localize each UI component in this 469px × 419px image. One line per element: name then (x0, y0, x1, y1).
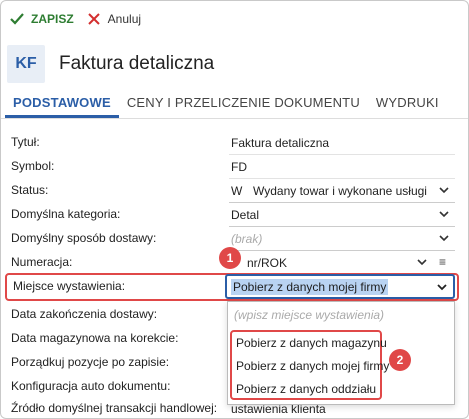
konfiguracja-label: Konfiguracja auto dokumentu: (11, 379, 171, 393)
close-icon (86, 11, 102, 27)
tab-wydruki[interactable]: WYDRUKI (368, 95, 447, 118)
chevron-down-icon (417, 259, 427, 266)
zrodlo-label: Źródło domyślnej transakcji handlowej: (11, 401, 218, 415)
miejsce-value: Pobierz z danych mojej firmy (231, 278, 389, 295)
symbol-label: Symbol: (11, 159, 55, 173)
miejsce-select[interactable]: Pobierz z danych mojej firmy (225, 274, 455, 299)
tytul-input[interactable]: Faktura detaliczna (229, 131, 455, 155)
dropdown-option[interactable]: Pobierz z danych oddziału (236, 382, 376, 396)
chevron-down-icon (439, 187, 449, 194)
row-status: Status: W Wydany towar i wykonane usługi (1, 179, 468, 203)
kategoria-label: Domyślna kategoria: (11, 207, 121, 221)
tab-bar: PODSTAWOWE CENY I PRZELICZENIE DOKUMENTU… (1, 89, 468, 119)
status-code: W (231, 183, 243, 198)
tytul-label: Tytuł: (11, 135, 40, 149)
numeracja-label: Numeracja: (11, 255, 73, 269)
document-header: KF Faktura detaliczna (1, 41, 468, 87)
chevron-down-icon (437, 284, 447, 291)
data-magazynowa-label: Data magazynowa na korekcie: (11, 331, 179, 345)
check-icon (9, 11, 25, 27)
hamburger-menu-icon[interactable]: ≡ (439, 255, 446, 269)
dropdown-placeholder: (wpisz miejsce wystawienia) (234, 308, 385, 322)
save-label: ZAPISZ (31, 12, 74, 26)
symbol-input[interactable]: FD (229, 155, 455, 179)
status-label: Status: (11, 183, 49, 197)
row-symbol: Symbol: FD (1, 155, 468, 179)
page-title: Faktura detaliczna (59, 53, 215, 74)
numeracja-value: nr/ROK (247, 255, 288, 270)
chevron-down-icon (439, 235, 449, 242)
tab-ceny[interactable]: CENY I PRZELICZENIE DOKUMENTU (119, 95, 368, 118)
chevron-down-icon (439, 211, 449, 218)
kategoria-select[interactable]: Detal (229, 203, 455, 227)
step-badge-2: 2 (389, 349, 411, 371)
dostawa-label: Domyślny sposób dostawy: (11, 231, 157, 245)
dostawa-placeholder: (brak) (231, 231, 263, 246)
avatar: KF (7, 45, 45, 83)
miejsce-dropdown: (wpisz miejsce wystawienia) Pobierz z da… (227, 301, 455, 405)
numeracja-select[interactable]: nr/ROK (229, 251, 433, 275)
porzadkuj-label: Porządkuj pozycje po zapisie: (11, 355, 170, 369)
miejsce-label: Miejsce wystawienia: (13, 279, 126, 293)
dropdown-option[interactable]: Pobierz z danych mojej firmy (236, 359, 389, 373)
window: ZAPISZ Anuluj KF Faktura detaliczna PODS… (0, 0, 469, 419)
dostawa-select[interactable]: (brak) (229, 227, 455, 251)
cancel-label: Anuluj (107, 12, 142, 26)
kategoria-value: Detal (231, 207, 260, 222)
toolbar: ZAPISZ Anuluj (1, 1, 468, 37)
dropdown-option[interactable]: Pobierz z danych magazynu (236, 336, 387, 350)
row-tytul: Tytuł: Faktura detaliczna (1, 131, 468, 155)
status-value: Wydany towar i wykonane usługi (253, 183, 427, 198)
status-select[interactable]: W Wydany towar i wykonane usługi (229, 179, 455, 203)
save-button[interactable]: ZAPISZ (9, 7, 74, 31)
tab-podstawowe[interactable]: PODSTAWOWE (5, 95, 119, 118)
cancel-button[interactable]: Anuluj (86, 7, 141, 31)
data-zakonczenia-label: Data zakończenia dostawy: (11, 307, 158, 321)
row-kategoria: Domyślna kategoria: Detal (1, 203, 468, 227)
dropdown-options-highlight: Pobierz z danych magazynu Pobierz z dany… (230, 330, 389, 400)
step-badge-1: 1 (219, 247, 241, 269)
